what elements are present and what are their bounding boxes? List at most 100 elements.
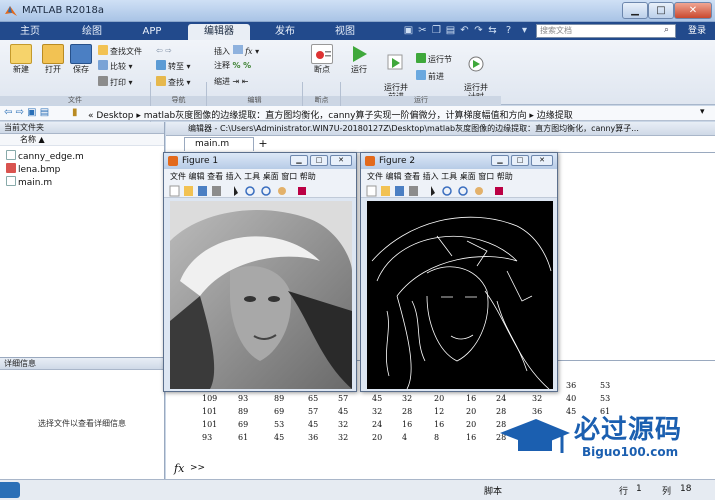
matrix-cell: 45 [274, 433, 285, 442]
tab-publish[interactable]: 发布 [260, 24, 310, 40]
compare-button[interactable]: 比较 ▾ [98, 60, 133, 72]
matrix-cell: 40 [566, 394, 577, 403]
matrix-cell: 32 [338, 433, 349, 442]
matrix-cell: 20 [466, 420, 477, 429]
fx-icon: fx [245, 47, 253, 56]
figure-window-1[interactable]: Figure 1 ▁ □ ✕ 文件 编辑 查看 插入 工具 桌面 窗口 帮助 [163, 152, 357, 392]
run-time-button[interactable]: 运行并 计时 [458, 44, 494, 101]
tab-plots[interactable]: 绘图 [70, 24, 114, 40]
undo-quick-icon[interactable]: ↶ [458, 24, 471, 37]
toolbar-icons[interactable] [361, 184, 557, 198]
figure-title: Figure 2 [379, 156, 416, 166]
paste-quick-icon[interactable]: ▤ [444, 24, 457, 37]
run-section-button[interactable]: 运行节 [416, 53, 452, 65]
matrix-cell: 93 [202, 433, 213, 442]
tab-home[interactable]: 主页 [8, 24, 52, 40]
list-item[interactable]: lena.bmp [6, 163, 60, 176]
find-button[interactable]: 查找 ▾ [156, 76, 191, 88]
breakpoints-button[interactable]: 断点 [306, 44, 338, 74]
details-panel: 详细信息 选择文件以查看详细信息 [0, 357, 165, 479]
address-dropdown-icon[interactable]: ▾ [700, 107, 705, 117]
find-files-button[interactable]: 查找文件 [98, 45, 142, 57]
indent-button[interactable]: 缩进 ⇥ ⇤ [214, 76, 249, 87]
maximize-button[interactable]: □ [310, 155, 328, 166]
run-play-icon [348, 44, 370, 64]
nav-arrows-icon[interactable]: ⇦ ⇨ ▣ ▤ [4, 107, 49, 118]
switch-windows-icon[interactable]: ⇆ [486, 24, 499, 37]
open-button[interactable]: 打开 [38, 44, 68, 74]
print-label: 打印 [110, 78, 126, 87]
uncomment-icon: % [243, 61, 252, 70]
nav-back-forward[interactable]: ⇦ ⇨ [156, 45, 172, 56]
group-label-edit: 编辑 [207, 96, 302, 105]
copy-quick-icon[interactable]: ❐ [430, 24, 443, 37]
dropdown-icon[interactable]: ▾ [518, 24, 531, 37]
matrix-cell: 57 [338, 394, 349, 403]
find-label: 查找 [168, 78, 184, 87]
minimize-button[interactable]: ▁ [491, 155, 509, 166]
figure-menu-bar[interactable]: 文件 编辑 查看 插入 工具 桌面 窗口 帮助 [164, 169, 356, 184]
status-row-label: 行 [619, 487, 629, 497]
search-icon[interactable]: ⌕ [664, 25, 669, 35]
address-path[interactable]: « Desktop ▸ matlab灰度图像的边缘提取：直方图均衡化，canny… [88, 108, 573, 121]
search-input[interactable]: 搜索文档 [536, 24, 676, 38]
maximize-button[interactable]: □ [648, 2, 674, 19]
maximize-button[interactable]: □ [511, 155, 529, 166]
matrix-cell: 69 [238, 420, 249, 429]
save-quick-icon[interactable]: ▣ [402, 24, 415, 37]
matrix-cell: 24 [372, 420, 383, 429]
run-button[interactable]: 运行 [344, 44, 374, 74]
panel-title: 当前文件夹 [0, 122, 164, 134]
cut-quick-icon[interactable]: ✂ [416, 24, 429, 37]
address-bar: ⇦ ⇨ ▣ ▤ ▮ « Desktop ▸ matlab灰度图像的边缘提取：直方… [0, 106, 715, 121]
command-prompt[interactable]: >> [190, 463, 205, 473]
matrix-cell: 45 [338, 407, 349, 416]
advance-button[interactable]: 前进 [416, 70, 444, 82]
status-icon [0, 482, 20, 498]
group-label-breakpoints: 断点 [303, 96, 340, 105]
insert-button[interactable]: 插入 fx ▾ [214, 45, 259, 57]
canny-edge-image [367, 201, 553, 390]
figure-window-2[interactable]: Figure 2 ▁ □ ✕ 文件 编辑 查看 插入 工具 桌面 窗口 帮助 [360, 152, 558, 392]
goto-label: 转至 [168, 62, 184, 71]
find-icon [156, 76, 166, 86]
list-item[interactable]: canny_edge.m [6, 150, 84, 163]
toolbar-icons[interactable] [164, 184, 356, 198]
figure-toolbar [164, 184, 356, 198]
new-button[interactable]: 新建 [6, 44, 36, 74]
login-button[interactable]: 登录 [682, 24, 712, 38]
comment-button[interactable]: 注释 % % [214, 60, 251, 71]
list-item[interactable]: main.m [6, 176, 52, 189]
name-column-header[interactable]: 名称 ▲ [0, 134, 164, 146]
run-advance-button[interactable]: 运行并 前进 [378, 44, 414, 101]
matrix-cell: 89 [238, 407, 249, 416]
editor-tab-main[interactable]: main.m [184, 137, 254, 151]
find-files-label: 查找文件 [110, 47, 142, 56]
redo-quick-icon[interactable]: ↷ [472, 24, 485, 37]
matrix-cell: 32 [402, 394, 413, 403]
print-button[interactable]: 打印 ▾ [98, 76, 133, 88]
matrix-cell: 101 [202, 420, 218, 429]
minimize-button[interactable]: ▁ [290, 155, 308, 166]
new-tab-button[interactable]: + [256, 137, 270, 151]
details-title: 详细信息 [0, 358, 164, 370]
group-label-run: 运行 [341, 96, 501, 105]
help-icon[interactable]: ? [502, 24, 515, 37]
close-button[interactable]: ✕ [330, 155, 352, 166]
figure-menu-bar[interactable]: 文件 编辑 查看 插入 工具 桌面 窗口 帮助 [361, 169, 557, 184]
goto-button[interactable]: 转至 ▾ [156, 60, 191, 72]
matrix-cell: 89 [274, 394, 285, 403]
save-button[interactable]: 保存 [66, 44, 96, 74]
close-button[interactable]: ✕ [531, 155, 553, 166]
matrix-cell: 16 [466, 394, 477, 403]
tab-view[interactable]: 视图 [320, 24, 370, 40]
matrix-cell: 32 [372, 407, 383, 416]
tab-apps[interactable]: APP [130, 24, 174, 40]
window-title: MATLAB R2018a [22, 5, 105, 16]
close-button[interactable]: ✕ [674, 2, 712, 19]
run-advance-icon [385, 53, 407, 73]
matlab-logo-icon [4, 4, 18, 18]
insert-label: 插入 [214, 47, 230, 56]
minimize-button[interactable]: ▁ [622, 2, 648, 19]
tab-editor[interactable]: 编辑器 [188, 24, 250, 40]
